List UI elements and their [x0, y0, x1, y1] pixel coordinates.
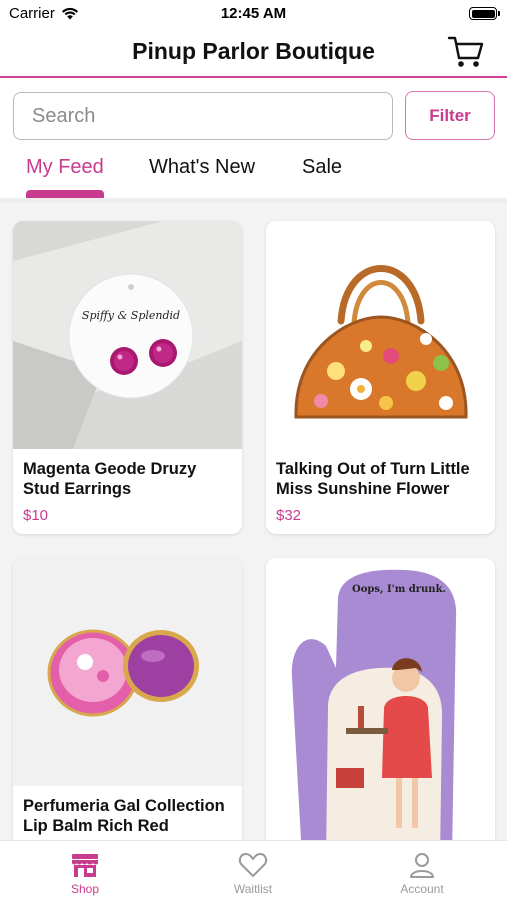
- product-card[interactable]: Oops, I'm drunk.: [266, 558, 495, 840]
- shop-icon: [72, 854, 98, 877]
- bottom-tab-bar: Shop Waitlist Account: [0, 840, 507, 900]
- product-grid: Spiffy & Splendid Magenta Geode Druzy St…: [0, 203, 507, 840]
- battery-icon: [469, 7, 500, 20]
- product-card[interactable]: Perfumeria Gal Collection Lip Balm Rich …: [13, 558, 242, 840]
- product-image-earrings: Spiffy & Splendid: [13, 221, 242, 449]
- product-image-bag: [266, 221, 495, 449]
- product-name: Magenta Geode Druzy Stud Earrings: [23, 460, 197, 498]
- feed-tabs: My Feed What's New Sale: [0, 148, 507, 200]
- product-price: $10: [23, 507, 49, 524]
- heart-icon: [238, 853, 268, 877]
- status-time: 12:45 AM: [220, 5, 287, 22]
- earring-card-brand: Spiffy & Splendid: [82, 309, 180, 322]
- product-card[interactable]: Talking Out of Turn Little Miss Sunshine…: [266, 221, 495, 534]
- tab-my-feed[interactable]: My Feed: [26, 156, 104, 179]
- product-card[interactable]: Spiffy & Splendid Magenta Geode Druzy St…: [13, 221, 242, 534]
- tab-bar-label: Account: [400, 882, 444, 896]
- product-image-lip-balm: [13, 558, 242, 786]
- product-name: Perfumeria Gal Collection Lip Balm Rich …: [23, 797, 225, 835]
- filter-button[interactable]: Filter: [405, 91, 495, 140]
- tab-bar-shop[interactable]: Shop: [25, 841, 145, 900]
- tab-whats-new[interactable]: What's New: [149, 156, 255, 179]
- status-bar: Carrier 12:45 AM: [0, 0, 507, 28]
- nav-bar: Pinup Parlor Boutique: [0, 28, 507, 78]
- product-name: Talking Out of Turn Little Miss Sunshine…: [276, 460, 470, 498]
- mitt-caption: Oops, I'm drunk.: [352, 584, 446, 595]
- tab-sale[interactable]: Sale: [302, 156, 342, 179]
- product-image-oven-mitt: Oops, I'm drunk.: [266, 558, 495, 840]
- cart-icon[interactable]: [447, 34, 485, 70]
- tab-bar-label: Waitlist: [233, 882, 273, 896]
- account-icon: [410, 853, 434, 878]
- tab-bar-label: Shop: [70, 882, 100, 896]
- page-title: Pinup Parlor Boutique: [132, 38, 375, 64]
- search-input[interactable]: [13, 92, 393, 140]
- tab-bar-account[interactable]: Account: [362, 841, 482, 900]
- tab-bar-waitlist[interactable]: Waitlist: [193, 841, 313, 900]
- product-price: $32: [276, 507, 302, 524]
- active-tab-indicator: [26, 190, 104, 198]
